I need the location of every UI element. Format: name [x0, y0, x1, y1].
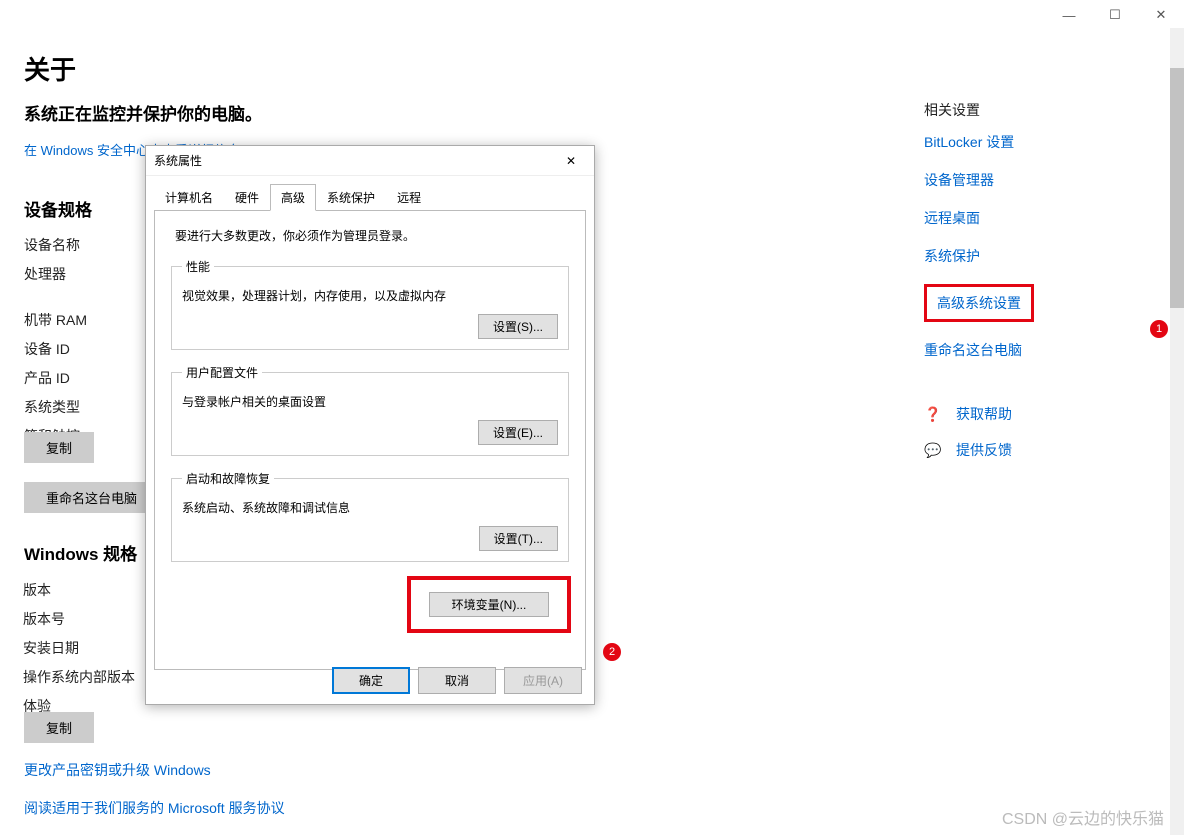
- annotation-badge-1: 1: [1150, 320, 1168, 338]
- get-help-label: 获取帮助: [956, 404, 1012, 424]
- copy-device-spec-button[interactable]: 复制: [24, 432, 94, 463]
- dialog-tabs: 计算机名 硬件 高级 系统保护 远程: [154, 184, 586, 211]
- sidebar-link-device-manager[interactable]: 设备管理器: [924, 170, 1144, 190]
- admin-note: 要进行大多数更改，你必须作为管理员登录。: [175, 227, 571, 244]
- feedback-label: 提供反馈: [956, 440, 1012, 460]
- change-product-key-link[interactable]: 更改产品密钥或升级 Windows: [24, 760, 211, 780]
- system-properties-dialog: 系统属性 ✕ 计算机名 硬件 高级 系统保护 远程 要进行大多数更改，你必须作为…: [145, 145, 595, 705]
- rename-pc-button[interactable]: 重命名这台电脑: [24, 482, 159, 513]
- spec-os-build: 操作系统内部版本: [23, 667, 135, 687]
- close-button[interactable]: ✕: [1138, 0, 1184, 30]
- spec-install-date: 安装日期: [23, 638, 135, 658]
- annotation-highlight-advanced: 高级系统设置: [924, 284, 1034, 322]
- maximize-button[interactable]: ☐: [1092, 0, 1138, 30]
- performance-settings-button[interactable]: 设置(S)...: [478, 314, 558, 339]
- related-settings-heading: 相关设置: [924, 100, 1144, 120]
- group-user-profiles-desc: 与登录帐户相关的桌面设置: [182, 393, 558, 410]
- help-icon: ❓: [924, 406, 944, 423]
- device-spec-heading: 设备规格: [24, 196, 92, 221]
- ok-button[interactable]: 确定: [332, 667, 410, 694]
- dialog-close-button[interactable]: ✕: [556, 154, 586, 168]
- sidebar-link-remote-desktop[interactable]: 远程桌面: [924, 208, 1144, 228]
- spec-edition: 版本: [23, 580, 135, 600]
- related-settings-sidebar: 相关设置 BitLocker 设置 设备管理器 远程桌面 系统保护 高级系统设置…: [924, 100, 1144, 476]
- spec-system-type: 系统类型: [24, 397, 87, 417]
- dialog-button-row: 确定 取消 应用(A): [332, 667, 582, 694]
- sidebar-link-bitlocker[interactable]: BitLocker 设置: [924, 132, 1144, 152]
- device-spec-list: 设备名称 处理器 机带 RAM 设备 ID 产品 ID 系统类型 笔和触控: [24, 235, 87, 455]
- feedback-row[interactable]: 💬 提供反馈: [924, 440, 1144, 460]
- windows-spec-heading: Windows 规格: [24, 540, 137, 565]
- sidebar-link-advanced-system-settings[interactable]: 高级系统设置: [937, 293, 1021, 313]
- minimize-button[interactable]: —: [1046, 0, 1092, 30]
- group-user-profiles-legend: 用户配置文件: [182, 364, 262, 381]
- group-performance-legend: 性能: [182, 258, 214, 275]
- vertical-scrollbar[interactable]: [1170, 28, 1184, 835]
- tab-computer-name[interactable]: 计算机名: [154, 184, 224, 211]
- tab-body-advanced: 要进行大多数更改，你必须作为管理员登录。 性能 视觉效果，处理器计划，内存使用，…: [154, 210, 586, 670]
- user-profiles-settings-button[interactable]: 设置(E)...: [478, 420, 558, 445]
- protection-subheading: 系统正在监控并保护你的电脑。: [24, 100, 262, 125]
- get-help-row[interactable]: ❓ 获取帮助: [924, 404, 1144, 424]
- group-startup-recovery-desc: 系统启动、系统故障和调试信息: [182, 499, 558, 516]
- spec-processor: 处理器: [24, 264, 87, 284]
- tab-hardware[interactable]: 硬件: [224, 184, 270, 211]
- group-startup-recovery-legend: 启动和故障恢复: [182, 470, 274, 487]
- tab-remote[interactable]: 远程: [386, 184, 432, 211]
- dialog-titlebar[interactable]: 系统属性 ✕: [146, 146, 594, 176]
- copy-windows-spec-button[interactable]: 复制: [24, 712, 94, 743]
- annotation-badge-2: 2: [603, 643, 621, 661]
- sidebar-link-system-protection[interactable]: 系统保护: [924, 246, 1144, 266]
- group-performance-desc: 视觉效果，处理器计划，内存使用，以及虚拟内存: [182, 287, 558, 304]
- dialog-title: 系统属性: [154, 152, 202, 169]
- spec-ram: 机带 RAM: [24, 310, 87, 330]
- page-title: 关于: [24, 50, 76, 87]
- apply-button[interactable]: 应用(A): [504, 667, 582, 694]
- spec-device-name: 设备名称: [24, 235, 87, 255]
- feedback-icon: 💬: [924, 442, 944, 459]
- spec-device-id: 设备 ID: [24, 339, 87, 359]
- scrollbar-thumb[interactable]: [1170, 68, 1184, 308]
- spec-product-id: 产品 ID: [24, 368, 87, 388]
- annotation-highlight-env: 环境变量(N)...: [407, 576, 571, 633]
- environment-variables-button[interactable]: 环境变量(N)...: [429, 592, 549, 617]
- microsoft-agreement-link[interactable]: 阅读适用于我们服务的 Microsoft 服务协议: [24, 798, 285, 818]
- group-startup-recovery: 启动和故障恢复 系统启动、系统故障和调试信息 设置(T)...: [171, 470, 569, 562]
- group-performance: 性能 视觉效果，处理器计划，内存使用，以及虚拟内存 设置(S)...: [171, 258, 569, 350]
- spec-version: 版本号: [23, 609, 135, 629]
- startup-recovery-settings-button[interactable]: 设置(T)...: [479, 526, 558, 551]
- windows-spec-list: 版本 版本号 安装日期 操作系统内部版本 体验: [23, 580, 135, 725]
- tab-advanced[interactable]: 高级: [270, 184, 316, 211]
- window-controls: — ☐ ✕: [1046, 0, 1184, 30]
- tab-system-protection[interactable]: 系统保护: [316, 184, 386, 211]
- sidebar-link-rename-pc[interactable]: 重命名这台电脑: [924, 340, 1144, 360]
- group-user-profiles: 用户配置文件 与登录帐户相关的桌面设置 设置(E)...: [171, 364, 569, 456]
- cancel-button[interactable]: 取消: [418, 667, 496, 694]
- watermark: CSDN @云边的快乐猫: [1002, 805, 1164, 829]
